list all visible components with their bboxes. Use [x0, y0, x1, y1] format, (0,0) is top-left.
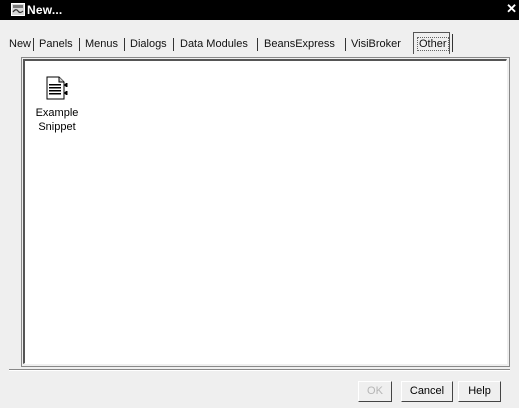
tab-panels[interactable]: Panels	[39, 34, 73, 54]
tab-data-modules[interactable]: Data Modules	[180, 34, 248, 54]
title-bar[interactable]: New... ✕	[0, 0, 519, 20]
gallery-item-example-snippet[interactable]: Example Snippet	[32, 75, 82, 134]
footer-divider-highlight	[9, 370, 510, 371]
tab-separator	[452, 34, 453, 52]
tab-separator	[33, 38, 34, 51]
tab-separator	[257, 38, 258, 51]
tab-separator	[173, 38, 174, 51]
tab-strip: New Panels Menus Dialogs Data Modules Be…	[9, 32, 509, 56]
tab-separator	[79, 38, 80, 51]
tab-other[interactable]: Other	[413, 32, 450, 54]
app-window-icon[interactable]	[11, 3, 25, 16]
gallery-item-label-line1: Example	[35, 107, 79, 119]
snippet-document-icon	[44, 75, 70, 101]
close-icon[interactable]: ✕	[506, 2, 517, 16]
item-gallery: Example Snippet	[23, 59, 507, 364]
tab-beansexpress[interactable]: BeansExpress	[264, 34, 335, 54]
gallery-item-label-line2: Snippet	[38, 121, 76, 133]
window-title: New...	[27, 3, 63, 17]
cancel-button[interactable]: Cancel	[401, 381, 453, 402]
ok-button[interactable]: OK	[358, 381, 392, 402]
tab-dialogs[interactable]: Dialogs	[130, 34, 167, 54]
tab-other-label: Other	[417, 37, 449, 51]
help-button[interactable]: Help	[458, 381, 501, 402]
tab-visibroker[interactable]: VisiBroker	[351, 34, 401, 54]
tab-separator	[345, 38, 346, 51]
tab-separator	[124, 38, 125, 51]
tab-new[interactable]: New	[9, 34, 31, 54]
gallery-item-label: Example Snippet	[32, 106, 82, 134]
tab-menus[interactable]: Menus	[85, 34, 118, 54]
